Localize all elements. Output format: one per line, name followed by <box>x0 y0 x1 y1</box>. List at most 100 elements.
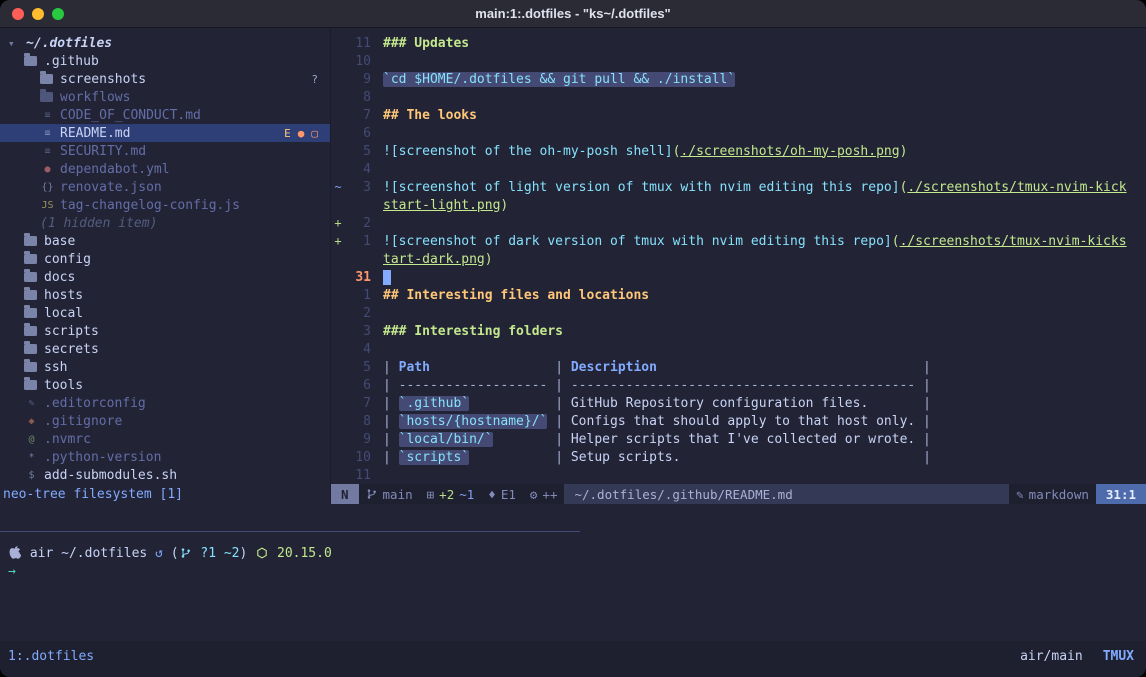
tree-item-github[interactable]: .github <box>0 52 330 70</box>
tree-item-tag-changelog-config-js[interactable]: JStag-changelog-config.js <box>0 196 330 214</box>
tree-item-label: README.md <box>60 126 130 141</box>
link-url: tart-dark.png <box>383 252 485 267</box>
table-pipe: | <box>383 450 399 465</box>
line-number: 7 <box>345 396 371 411</box>
editor-line[interactable]: +2 <box>331 214 1146 232</box>
tree-item-add-submodules-sh[interactable]: $add-submodules.sh <box>0 466 330 484</box>
line-number: 2 <box>345 306 371 321</box>
editor-line[interactable]: 8| `hosts/{hostname}/` | Configs that sh… <box>331 412 1146 430</box>
editor-line[interactable]: 9`cd $HOME/.dotfiles && git pull && ./in… <box>331 70 1146 88</box>
editor-line[interactable]: start-light.png) <box>331 196 1146 214</box>
chevron-down-icon[interactable]: ▾ <box>8 37 22 50</box>
zoom-button[interactable] <box>52 8 64 20</box>
prompt-segment: ( <box>171 546 179 561</box>
editorconfig-icon: ✎ <box>24 398 39 409</box>
tree-item-editorconfig[interactable]: ✎.editorconfig <box>0 394 330 412</box>
tree-item-label: ssh <box>44 360 67 375</box>
folder-icon <box>24 326 37 336</box>
line-text: ## The looks <box>371 108 477 123</box>
tmux-window-label[interactable]: 1:.dotfiles <box>8 649 94 664</box>
tree-item-label: hosts <box>44 288 83 303</box>
inline-code: `hosts/{hostname}/` <box>399 414 548 429</box>
tree-item-gitignore[interactable]: ◆.gitignore <box>0 412 330 430</box>
tree-item-code-of-conduct-md[interactable]: ≡CODE_OF_CONDUCT.md <box>0 106 330 124</box>
tmux-statusbar: 1:.dotfiles air/main TMUX <box>0 641 1146 677</box>
tree-item-docs[interactable]: docs <box>0 268 330 286</box>
tree-item-label: base <box>44 234 75 249</box>
line-text: `cd $HOME/.dotfiles && git pull && ./ins… <box>371 72 735 87</box>
tree-item-screenshots[interactable]: screenshots? <box>0 70 330 88</box>
lsp-text: ++ <box>542 487 557 502</box>
close-button[interactable] <box>12 8 24 20</box>
editor-line[interactable]: 7| `.github` | GitHub Repository configu… <box>331 394 1146 412</box>
tree-item-python-version[interactable]: *.python-version <box>0 448 330 466</box>
editor-line[interactable]: 6 <box>331 124 1146 142</box>
inline-code: `scripts` <box>399 450 469 465</box>
tree-item-1-hidden-item[interactable]: (1 hidden item) <box>0 214 330 232</box>
editor-line[interactable]: 6| ------------------- | ---------------… <box>331 376 1146 394</box>
minimize-button[interactable] <box>32 8 44 20</box>
editor-line[interactable]: 11### Updates <box>331 34 1146 52</box>
tree-item-secrets[interactable]: secrets <box>0 340 330 358</box>
tree-item-dotfiles[interactable]: ▾~/.dotfiles <box>0 34 330 52</box>
line-text: ![screenshot of light version of tmux wi… <box>371 180 1127 195</box>
editor-line[interactable]: 9| `local/bin/` | Helper scripts that I'… <box>331 430 1146 448</box>
editor-line[interactable]: ~3![screenshot of light version of tmux … <box>331 178 1146 196</box>
branch-icon <box>180 547 192 559</box>
table-header-cell: Path <box>399 360 430 375</box>
tree-item-scripts[interactable]: scripts <box>0 322 330 340</box>
markdown-icon: ≡ <box>40 146 55 157</box>
editor-line[interactable]: 11 <box>331 466 1146 484</box>
editor-line[interactable]: 3### Interesting folders <box>331 322 1146 340</box>
editor-line[interactable]: 5![screenshot of the oh-my-posh shell](.… <box>331 142 1146 160</box>
editor-line[interactable]: 8 <box>331 88 1146 106</box>
editor-line[interactable]: tart-dark.png) <box>331 250 1146 268</box>
diagnostics-count: E1 <box>501 487 516 502</box>
tree-item-readme-md[interactable]: ≡README.mdE●▢ <box>0 124 330 142</box>
git-untracked-badge: ? <box>311 73 318 86</box>
shell-input-line[interactable]: → <box>8 562 1146 580</box>
editor-line[interactable]: 10| `scripts` | Setup scripts. | <box>331 448 1146 466</box>
editor-line[interactable]: 10 <box>331 52 1146 70</box>
tree-item-workflows[interactable]: workflows <box>0 88 330 106</box>
tree-item-tools[interactable]: tools <box>0 376 330 394</box>
inline-code: `local/bin/` <box>399 432 493 447</box>
tree-item-config[interactable]: config <box>0 250 330 268</box>
tree-item-dependabot-yml[interactable]: ●dependabot.yml <box>0 160 330 178</box>
tree-item-security-md[interactable]: ≡SECURITY.md <box>0 142 330 160</box>
editor-line[interactable]: 2 <box>331 304 1146 322</box>
tree-item-badges: ? <box>311 73 330 86</box>
editor-line[interactable]: 4 <box>331 340 1146 358</box>
editor-line[interactable]: 4 <box>331 160 1146 178</box>
line-number: 11 <box>345 468 371 483</box>
link-paren: ) <box>485 252 493 267</box>
tree-item-label: .python-version <box>44 450 161 465</box>
table-pipe: | <box>383 432 399 447</box>
tree-item-label: secrets <box>44 342 99 357</box>
table-cell: Helper scripts that I've collected or wr… <box>571 432 915 447</box>
tree-item-ssh[interactable]: ssh <box>0 358 330 376</box>
titlebar: main:1:.dotfiles - "ks~/.dotfiles" <box>0 0 1146 28</box>
editor-line[interactable]: +1![screenshot of dark version of tmux w… <box>331 232 1146 250</box>
dependabot-icon: ● <box>40 164 55 175</box>
shell-script-icon: $ <box>24 470 39 481</box>
tmux-session-label: air/main <box>1020 649 1083 664</box>
folder-icon <box>24 344 37 354</box>
table-pipe: | <box>657 360 931 375</box>
editor-line[interactable]: 31 <box>331 268 1146 286</box>
shell-pane[interactable]: air ~/.dotfiles ↺ ( ?1 ~2) 20.15.0 → <box>0 532 1146 641</box>
editor-line[interactable]: 7## The looks <box>331 106 1146 124</box>
javascript-icon: JS <box>40 200 55 211</box>
editor-line[interactable]: 5| Path | Description | <box>331 358 1146 376</box>
markdown-h3: ### Interesting folders <box>383 324 563 339</box>
tree-item-local[interactable]: local <box>0 304 330 322</box>
line-text: | Path | Description | <box>371 360 931 375</box>
tree-item-renovate-json[interactable]: {}renovate.json <box>0 178 330 196</box>
tree-item-hosts[interactable]: hosts <box>0 286 330 304</box>
table-cell <box>493 432 548 447</box>
folder-icon <box>24 254 37 264</box>
tree-item-nvmrc[interactable]: @.nvmrc <box>0 430 330 448</box>
editor-buffer[interactable]: 11### Updates109`cd $HOME/.dotfiles && g… <box>331 28 1146 484</box>
tree-item-base[interactable]: base <box>0 232 330 250</box>
editor-line[interactable]: 1## Interesting files and locations <box>331 286 1146 304</box>
